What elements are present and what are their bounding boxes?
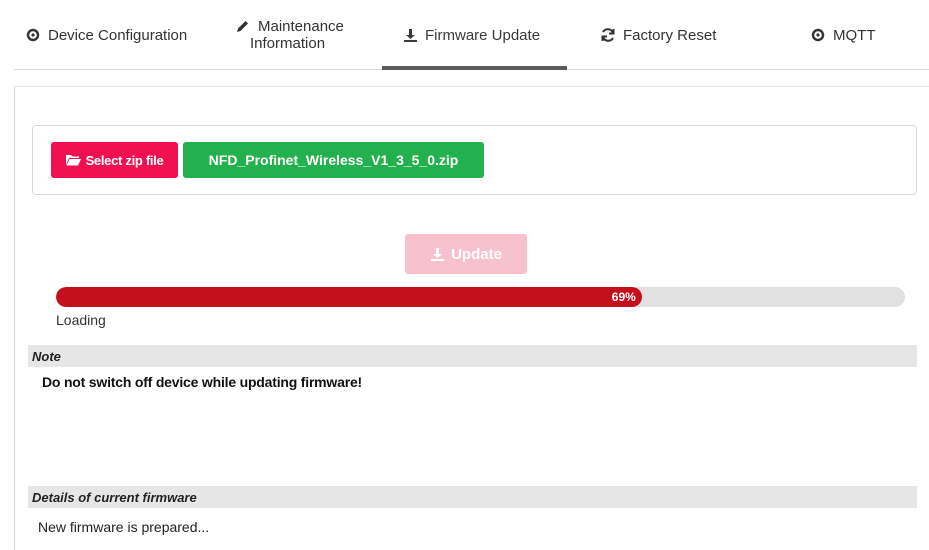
progress-fill: 69% (56, 287, 642, 307)
update-button-label: Update (451, 245, 502, 263)
tab-bar: Device Configuration Maintenance Informa… (14, 0, 929, 72)
tab-label: Device Configuration (48, 26, 188, 44)
tab-label: Factory Reset (623, 26, 717, 44)
tab-label-line2: Information (250, 35, 326, 52)
firmware-details-text: New firmware is prepared... (38, 519, 210, 535)
tab-label: Firmware Update (425, 26, 541, 44)
download-icon (430, 247, 445, 262)
tab-maintenance-information[interactable]: Maintenance Information (234, 0, 344, 70)
active-tab-indicator (382, 66, 567, 70)
select-zip-file-button[interactable]: Select zip file (51, 142, 178, 178)
note-heading: Note (28, 345, 917, 367)
progress-bar: 69% (56, 287, 905, 307)
download-icon (402, 27, 418, 43)
note-text: Do not switch off device while updating … (42, 374, 363, 390)
tab-firmware-update[interactable]: Firmware Update (402, 0, 540, 70)
progress-status: Loading (56, 312, 106, 328)
tab-mqtt[interactable]: MQTT (810, 0, 876, 70)
progress-percent: 69% (611, 290, 636, 304)
tab-label-line1: Maintenance (258, 18, 344, 35)
firmware-details-heading: Details of current firmware (28, 486, 917, 508)
tab-device-configuration[interactable]: Device Configuration (25, 0, 187, 70)
folder-open-icon (65, 154, 81, 166)
pencil-icon (234, 19, 250, 35)
select-zip-file-label: Select zip file (85, 152, 164, 168)
update-button[interactable]: Update (405, 234, 527, 274)
selected-file-badge: NFD_Profinet_Wireless_V1_3_5_0.zip (183, 142, 484, 178)
gear-icon (810, 27, 826, 43)
tab-factory-reset[interactable]: Factory Reset (600, 0, 716, 70)
gear-icon (25, 27, 41, 43)
tab-label: MQTT (833, 26, 876, 44)
refresh-icon (600, 27, 616, 43)
